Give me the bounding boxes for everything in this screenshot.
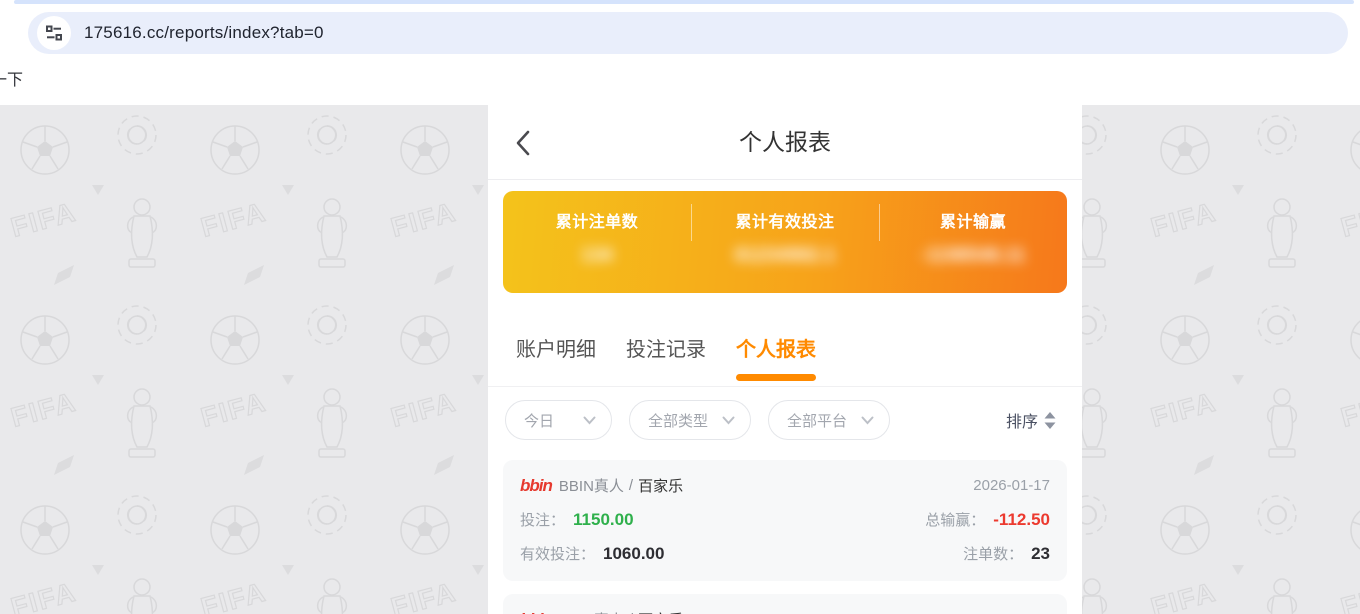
sort-label: 排序 [1006,408,1038,432]
tab-personal-report[interactable]: 个人报表 [736,333,816,386]
page-title: 个人报表 [488,105,1082,180]
record-row: 投注： 1150.00 总输赢： -112.50 [520,509,1050,530]
tab-label: 个人报表 [736,339,816,361]
chevron-down-icon [583,416,596,425]
tab-bar: 账户明细 投注记录 个人报表 [488,293,1082,387]
active-tab-underline [736,374,816,381]
filter-bar: 今日 全部类型 全部平台 排序 [488,387,1082,452]
tab-bet-records[interactable]: 投注记录 [626,333,706,386]
report-app-panel: 个人报表 累计注单数 134 累计有效投注 81234982.1 累计输赢 -1… [488,105,1082,614]
tab-account-detail[interactable]: 账户明细 [516,333,596,386]
stat-winloss: 累计输赢 -1198546.11 [879,191,1067,293]
record-row: 有效投注： 1060.00 注单数： 23 [520,543,1050,564]
type-filter-dropdown[interactable]: 全部类型 [629,400,751,440]
chevron-down-icon [722,416,735,425]
sort-control[interactable]: 排序 [1006,408,1056,432]
stat-value-masked: -1198546.11 [879,245,1067,267]
url-text[interactable]: 175616.cc/reports/index?tab=0 [84,23,324,43]
browser-address-bar[interactable]: 175616.cc/reports/index?tab=0 [28,12,1348,54]
bbin-logo-icon: bbin [520,476,552,496]
bbin-logo-icon: bbin [520,610,552,614]
report-card[interactable]: bbin BBIN真人 / 百家乐 2026-01-17 [503,594,1067,614]
dropdown-label: 今日 [524,410,554,431]
record-header-row: bbin BBIN真人 / 百家乐 2026-01-17 [520,475,1050,496]
screenshot-canvas: 175616.cc/reports/index?tab=0 一下 [0,0,1360,614]
tab-label: 账户明细 [516,339,596,361]
report-card[interactable]: bbin BBIN真人 / 百家乐 2026-01-17 投注： 1150.00… [503,460,1067,581]
bet-value: 1150.00 [573,510,634,530]
winloss-label: 总输赢： [925,509,985,530]
record-header-row: bbin BBIN真人 / 百家乐 2026-01-17 [520,609,1050,614]
stat-divider [879,204,880,241]
stat-valid-bets: 累计有效投注 81234982.1 [691,191,879,293]
provider-name: BBIN真人 [559,475,624,496]
bet-count-value: 23 [1031,544,1050,564]
tune-sliders-icon[interactable] [37,16,71,50]
dropdown-label: 全部平台 [787,410,847,431]
clipped-edge-text: 一下 [0,66,23,90]
date-filter-dropdown[interactable]: 今日 [505,400,612,440]
separator: / [629,477,633,494]
app-header: 个人报表 [488,105,1082,180]
dropdown-label: 全部类型 [648,410,708,431]
stat-label: 累计注单数 [503,208,691,232]
tab-label: 投注记录 [626,339,706,361]
stat-label: 累计有效投注 [691,208,879,232]
game-name: 百家乐 [638,475,683,496]
valid-bet-value: 1060.00 [603,544,664,564]
platform-filter-dropdown[interactable]: 全部平台 [768,400,890,440]
valid-bet-label: 有效投注： [520,543,595,564]
winloss-value: -112.50 [993,510,1050,530]
summary-stats-card: 累计注单数 134 累计有效投注 81234982.1 累计输赢 -119854… [503,191,1067,293]
browser-top-strip [14,0,1354,4]
stat-label: 累计输赢 [879,208,1067,232]
stat-total-bets: 累计注单数 134 [503,191,691,293]
provider-name: BBIN真人 [559,609,624,614]
report-list: bbin BBIN真人 / 百家乐 2026-01-17 投注： 1150.00… [488,452,1082,614]
stat-value-masked: 134 [503,245,691,267]
stat-divider [691,204,692,241]
sort-arrows-icon [1044,412,1056,429]
chevron-down-icon [861,416,874,425]
bet-label: 投注： [520,509,565,530]
bet-count-label: 注单数： [963,543,1023,564]
back-chevron-icon[interactable] [515,130,531,156]
stat-value-masked: 81234982.1 [691,245,879,267]
record-date: 2026-01-17 [973,477,1050,494]
game-name: 百家乐 [638,609,683,614]
